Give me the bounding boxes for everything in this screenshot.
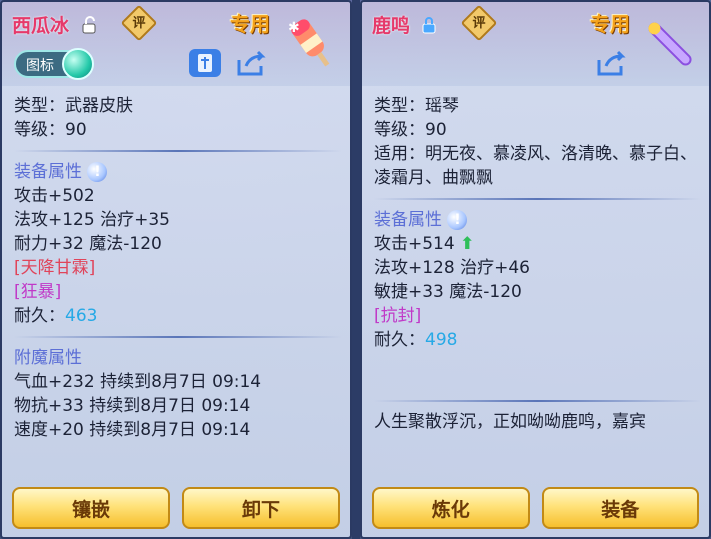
divider (14, 150, 342, 152)
inlay-button[interactable]: 镶嵌 (12, 487, 170, 529)
item-type: 类型：瑶琴 (374, 96, 459, 116)
durability-value: 498 (425, 330, 458, 350)
item-details: 类型：瑶琴 等级：90 适用：明无夜、慕凌风、洛清晚、慕子白、凌霜月、曲飘飘 装… (374, 94, 701, 434)
icon-toggle-label: 图标 (26, 58, 54, 74)
exclusive-badge: 专用 (590, 12, 630, 36)
durability-value: 463 (65, 306, 98, 326)
stat-line: 攻击+514 ⬆ (374, 232, 701, 256)
rate-label: 评 (472, 16, 486, 31)
divider (374, 198, 701, 200)
preview-icon[interactable] (188, 48, 222, 78)
item-description: 人生聚散浮沉，正如呦呦鹿鸣，嘉宾 (374, 412, 646, 432)
equip-attributes-title: 装备属性 ! (14, 160, 342, 184)
panel-separator (352, 0, 360, 539)
divider (374, 400, 701, 402)
share-icon[interactable] (234, 48, 268, 78)
equipped-item-panel: 西瓜冰 评 专用 ✱ 图标 类型：武器皮肤 等级：90 装备属性 ! 攻击+50… (0, 0, 352, 539)
enchant-line: 气血+232 持续到8月7日 09:14 (14, 372, 262, 392)
item-details: 类型：武器皮肤 等级：90 装备属性 ! 攻击+502 法攻+125 治疗+35… (14, 94, 342, 442)
stat-text: 攻击+514 (374, 234, 455, 254)
divider (14, 336, 342, 338)
zither-weapon-icon (648, 22, 692, 66)
unlock-icon[interactable] (82, 16, 98, 34)
equip-button[interactable]: 装备 (541, 487, 699, 529)
stat-line: 法攻+125 治疗+35 (14, 210, 170, 230)
item-type: 类型：武器皮肤 (14, 96, 133, 116)
compare-item-panel: 鹿鸣 评 专用 类型：瑶琴 等级：90 适用：明无夜、慕凌风、洛清晚、慕子白、凌… (360, 0, 711, 539)
special-tag: [抗封] (374, 306, 422, 326)
share-icon[interactable] (594, 48, 628, 78)
unequip-button[interactable]: 卸下 (182, 487, 340, 529)
stat-line: 法攻+128 治疗+46 (374, 258, 530, 278)
popsicle-weapon-icon: ✱ (288, 19, 330, 67)
action-bar: 镶嵌 卸下 (12, 487, 340, 529)
refine-button[interactable]: 炼化 (372, 487, 530, 529)
stat-up-arrow-icon: ⬆ (460, 234, 475, 254)
enchant-line: 速度+20 持续到8月7日 09:14 (14, 420, 251, 440)
equip-attributes-label: 装备属性 (14, 162, 82, 182)
stat-line: 敏捷+33 魔法-120 (374, 282, 522, 302)
special-tag: [天降甘霖] (14, 258, 96, 278)
item-level: 等级：90 (374, 120, 447, 140)
info-icon[interactable]: ! (447, 210, 468, 230)
enchant-attributes-title: 附魔属性 (14, 348, 82, 368)
lock-icon[interactable] (422, 16, 438, 34)
stat-line: 耐力+32 魔法-120 (14, 234, 162, 254)
toggle-knob[interactable] (62, 48, 94, 80)
exclusive-badge: 专用 (230, 12, 270, 36)
info-icon[interactable]: ! (87, 162, 108, 182)
equip-attributes-title: 装备属性 ! (374, 208, 701, 232)
icon-toggle[interactable]: 图标 (14, 48, 94, 80)
stat-line: 攻击+502 (14, 186, 95, 206)
item-name: 鹿鸣 (372, 15, 411, 37)
action-bar: 炼化 装备 (372, 487, 699, 529)
item-name: 西瓜冰 (12, 15, 70, 37)
svg-text:✱: ✱ (288, 20, 300, 36)
durability-label: 耐久： (374, 330, 425, 350)
durability: 耐久：463 (14, 304, 342, 328)
applicable-characters: 适用：明无夜、慕凌风、洛清晚、慕子白、凌霜月、曲飘飘 (374, 144, 697, 188)
durability: 耐久：498 (374, 328, 701, 352)
item-level: 等级：90 (14, 120, 87, 140)
special-tag: [狂暴] (14, 282, 62, 302)
rate-label: 评 (132, 16, 146, 31)
equip-attributes-label: 装备属性 (374, 210, 442, 230)
enchant-line: 物抗+33 持续到8月7日 09:14 (14, 396, 251, 416)
durability-label: 耐久： (14, 306, 65, 326)
